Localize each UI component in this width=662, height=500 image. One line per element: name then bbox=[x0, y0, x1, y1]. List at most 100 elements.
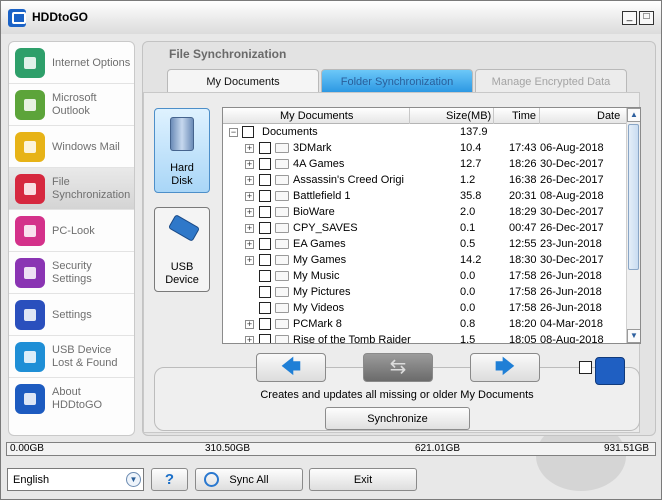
row-date: 08-Aug-2018 bbox=[540, 190, 604, 202]
column-divider[interactable] bbox=[493, 108, 494, 124]
table-row[interactable]: + My Games 14.2 18:30 30-Dec-2017 bbox=[223, 252, 626, 268]
sync-icon bbox=[204, 472, 219, 487]
row-checkbox[interactable] bbox=[242, 126, 254, 138]
scroll-up-button[interactable]: ▲ bbox=[627, 108, 640, 122]
storage-label-1: 310.50GB bbox=[205, 443, 251, 454]
row-time: 00:47 bbox=[509, 222, 537, 234]
expand-toggle[interactable]: + bbox=[245, 336, 254, 343]
table-row[interactable]: My Music 0.0 17:58 26-Jun-2018 bbox=[223, 268, 626, 284]
sidebar-item-microsoft-outlook[interactable]: Microsoft Outlook bbox=[9, 84, 134, 126]
storage-label-3: 931.51GB bbox=[604, 443, 650, 454]
exit-button[interactable]: Exit bbox=[309, 468, 417, 491]
sidebar-item-internet-options[interactable]: Internet Options bbox=[9, 42, 134, 84]
row-checkbox[interactable] bbox=[259, 254, 271, 266]
language-select[interactable]: English ▼ bbox=[7, 468, 144, 491]
row-time: 18:29 bbox=[509, 206, 537, 218]
synchronize-button[interactable]: Synchronize bbox=[325, 407, 470, 430]
row-name: Documents bbox=[262, 126, 318, 138]
expand-toggle[interactable]: + bbox=[245, 160, 254, 169]
tab-my-documents[interactable]: My Documents bbox=[167, 69, 319, 93]
column-divider[interactable] bbox=[539, 108, 540, 124]
row-size: 12.7 bbox=[460, 158, 482, 170]
row-size: 35.8 bbox=[460, 190, 482, 202]
sidebar-item-settings[interactable]: Settings bbox=[9, 294, 134, 336]
row-name: 3DMark bbox=[293, 142, 332, 154]
row-time: 17:58 bbox=[509, 286, 537, 298]
table-row[interactable]: + BioWare 2.0 18:29 30-Dec-2017 bbox=[223, 204, 626, 220]
sidebar-item-file-synchronization[interactable]: File Synchronization bbox=[9, 168, 134, 210]
documents-tree-list[interactable]: My Documents Size(MB) Time Date − Docume… bbox=[222, 107, 641, 344]
column-header-name[interactable]: My Documents bbox=[280, 110, 353, 122]
scrollbar-thumb[interactable] bbox=[628, 124, 639, 270]
root-row[interactable]: − Documents 137.9 bbox=[223, 124, 626, 140]
table-row[interactable]: +3DMark 10.4 17:43 06-Aug-2018 bbox=[223, 140, 626, 156]
row-checkbox[interactable] bbox=[259, 142, 271, 154]
expand-toggle[interactable]: + bbox=[245, 320, 254, 329]
sync-all-button[interactable]: Sync All bbox=[195, 468, 303, 491]
minimize-button[interactable]: _ bbox=[622, 11, 637, 25]
hard-disk-button[interactable]: Hard Disk bbox=[154, 108, 210, 193]
row-checkbox[interactable] bbox=[259, 206, 271, 218]
about-icon bbox=[15, 384, 45, 414]
expand-toggle[interactable]: + bbox=[245, 144, 254, 153]
row-checkbox[interactable] bbox=[259, 318, 271, 330]
table-row[interactable]: My Pictures 0.0 17:58 26-Jun-2018 bbox=[223, 284, 626, 300]
collapse-toggle[interactable]: − bbox=[229, 128, 238, 137]
sync-both-ways-button[interactable]: ⇆ bbox=[363, 353, 433, 382]
row-size: 137.9 bbox=[460, 126, 488, 138]
row-name: My Videos bbox=[293, 302, 345, 314]
row-size: 0.5 bbox=[460, 238, 476, 250]
sidebar-item-pc-look[interactable]: PC-Look bbox=[9, 210, 134, 252]
storage-label-0: 0.00GB bbox=[10, 443, 44, 454]
row-checkbox[interactable] bbox=[259, 302, 271, 314]
folder-icon bbox=[275, 303, 289, 313]
sidebar-item-security-settings[interactable]: Security Settings bbox=[9, 252, 134, 294]
usb-device-button[interactable]: USB Device bbox=[154, 207, 210, 292]
row-checkbox[interactable] bbox=[259, 222, 271, 234]
table-row[interactable]: + Assassin's Creed Origi 1.2 16:38 26-Dec-20… bbox=[223, 172, 626, 188]
table-row[interactable]: + Rise of the Tomb Raider 1.5 18:05 08-Aug-2… bbox=[223, 332, 626, 344]
tab-folder-synchronization[interactable]: Folder Synchronization bbox=[321, 69, 473, 93]
row-time: 17:43 bbox=[509, 142, 537, 154]
copy-to-usb-button[interactable]: 🡆 bbox=[470, 353, 540, 382]
tab-manage-encrypted-data[interactable]: Manage Encrypted Data bbox=[475, 69, 627, 93]
expand-toggle[interactable]: + bbox=[245, 256, 254, 265]
row-checkbox[interactable] bbox=[259, 286, 271, 298]
sidebar-item-usb-lost-found[interactable]: USB Device Lost & Found bbox=[9, 336, 134, 378]
column-header-date[interactable]: Date bbox=[597, 110, 620, 122]
maximize-button[interactable]: □ bbox=[639, 11, 654, 25]
row-name: Assassin's Creed Origi bbox=[293, 174, 404, 186]
encrypted-sync-icon bbox=[595, 357, 625, 385]
table-row[interactable]: + EA Games 0.5 12:55 23-Jun-2018 bbox=[223, 236, 626, 252]
row-checkbox[interactable] bbox=[259, 174, 271, 186]
option-checkbox[interactable] bbox=[579, 361, 592, 374]
table-row[interactable]: + Battlefield 1 35.8 20:31 08-Aug-2018 bbox=[223, 188, 626, 204]
expand-toggle[interactable]: + bbox=[245, 224, 254, 233]
expand-toggle[interactable]: + bbox=[245, 176, 254, 185]
column-header-size[interactable]: Size(MB) bbox=[446, 110, 491, 122]
column-divider[interactable] bbox=[409, 108, 410, 124]
expand-toggle[interactable]: + bbox=[245, 240, 254, 249]
vertical-scrollbar[interactable]: ▲ ▼ bbox=[626, 108, 640, 343]
row-checkbox[interactable] bbox=[259, 238, 271, 250]
table-row[interactable]: + PCMark 8 0.8 18:20 04-Mar-2018 bbox=[223, 316, 626, 332]
sidebar-item-windows-mail[interactable]: Windows Mail bbox=[9, 126, 134, 168]
table-row[interactable]: +4A Games 12.7 18:26 30-Dec-2017 bbox=[223, 156, 626, 172]
column-header-time[interactable]: Time bbox=[512, 110, 536, 122]
table-row[interactable]: My Videos 0.0 17:58 26-Jun-2018 bbox=[223, 300, 626, 316]
help-button[interactable]: ? bbox=[151, 468, 188, 491]
chevron-down-icon[interactable]: ▼ bbox=[126, 472, 141, 487]
scroll-down-button[interactable]: ▼ bbox=[627, 329, 640, 343]
expand-toggle[interactable]: + bbox=[245, 208, 254, 217]
row-date: 08-Aug-2018 bbox=[540, 334, 604, 344]
folder-icon bbox=[275, 143, 289, 153]
row-checkbox[interactable] bbox=[259, 270, 271, 282]
row-size: 0.0 bbox=[460, 302, 476, 314]
sidebar-item-about[interactable]: About HDDtoGO bbox=[9, 378, 134, 420]
table-row[interactable]: + CPY_SAVES 0.1 00:47 26-Dec-2017 bbox=[223, 220, 626, 236]
row-checkbox[interactable] bbox=[259, 334, 271, 343]
row-checkbox[interactable] bbox=[259, 158, 271, 170]
row-checkbox[interactable] bbox=[259, 190, 271, 202]
copy-to-disk-button[interactable]: 🡄 bbox=[256, 353, 326, 382]
expand-toggle[interactable]: + bbox=[245, 192, 254, 201]
